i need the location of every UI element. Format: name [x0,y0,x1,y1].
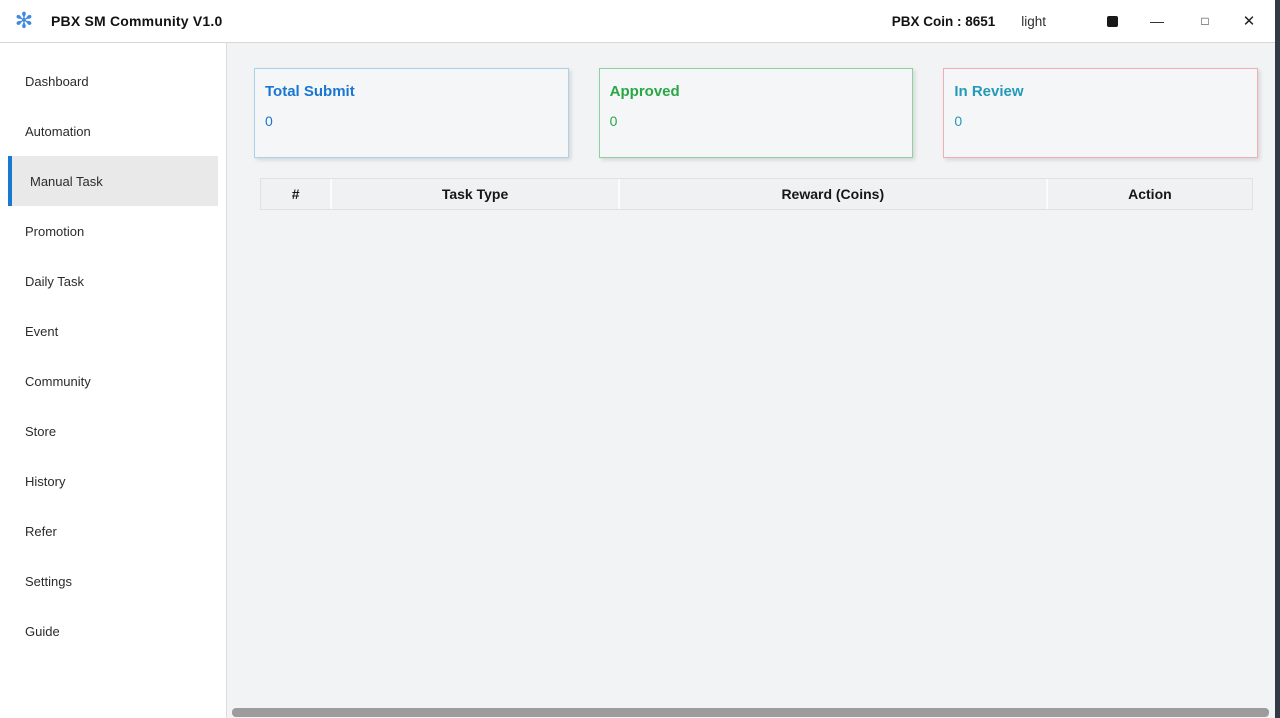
column-header-action: Action [1046,179,1252,209]
horizontal-scrollbar-track [228,703,1275,718]
sidebar-item-dashboard[interactable]: Dashboard [0,56,226,106]
sidebar-item-manual-task[interactable]: Manual Task [8,156,218,206]
app-title: PBX SM Community V1.0 [51,13,222,29]
approved-value: 0 [610,113,903,129]
total-submit-value: 0 [265,113,558,129]
main-content: Total Submit 0 Approved 0 In Review 0 # … [228,43,1275,718]
sidebar-item-history[interactable]: History [0,456,226,506]
titlebar-right-cluster: PBX Coin : 8651 light — □ ✕ [892,10,1258,32]
approved-title: Approved [610,83,903,100]
column-header-task-type: Task Type [330,179,617,209]
window-right-edge [1275,0,1280,718]
minimize-button[interactable]: — [1148,10,1166,32]
stats-cards-row: Total Submit 0 Approved 0 In Review 0 [254,68,1258,158]
total-submit-card: Total Submit 0 [254,68,569,158]
sidebar-item-community[interactable]: Community [0,356,226,406]
titlebar: ✻ PBX SM Community V1.0 PBX Coin : 8651 … [0,0,1280,43]
sidebar-item-settings[interactable]: Settings [0,556,226,606]
sidebar-nav: Dashboard Automation Manual Task Promoti… [0,43,227,718]
theme-selector[interactable]: light [1021,14,1046,29]
column-header-reward: Reward (Coins) [618,179,1046,209]
sidebar-item-store[interactable]: Store [0,406,226,456]
total-submit-title: Total Submit [265,83,558,100]
in-review-title: In Review [954,83,1247,100]
sidebar-item-guide[interactable]: Guide [0,606,226,656]
sidebar-item-automation[interactable]: Automation [0,106,226,156]
sidebar-item-refer[interactable]: Refer [0,506,226,556]
task-table-header-row: # Task Type Reward (Coins) Action [260,178,1253,210]
sidebar-item-promotion[interactable]: Promotion [0,206,226,256]
close-button[interactable]: ✕ [1240,10,1258,32]
app-logo-snowflake-icon: ✻ [11,10,37,32]
sidebar-item-event[interactable]: Event [0,306,226,356]
horizontal-scrollbar-thumb[interactable] [232,708,1269,717]
column-header-index: # [261,179,330,209]
in-review-card: In Review 0 [943,68,1258,158]
sidebar-item-daily-task[interactable]: Daily Task [0,256,226,306]
tray-square-icon[interactable] [1107,16,1118,27]
in-review-value: 0 [954,113,1247,129]
pbx-coin-balance: PBX Coin : 8651 [892,14,996,29]
maximize-button[interactable]: □ [1196,10,1214,32]
approved-card: Approved 0 [599,68,914,158]
